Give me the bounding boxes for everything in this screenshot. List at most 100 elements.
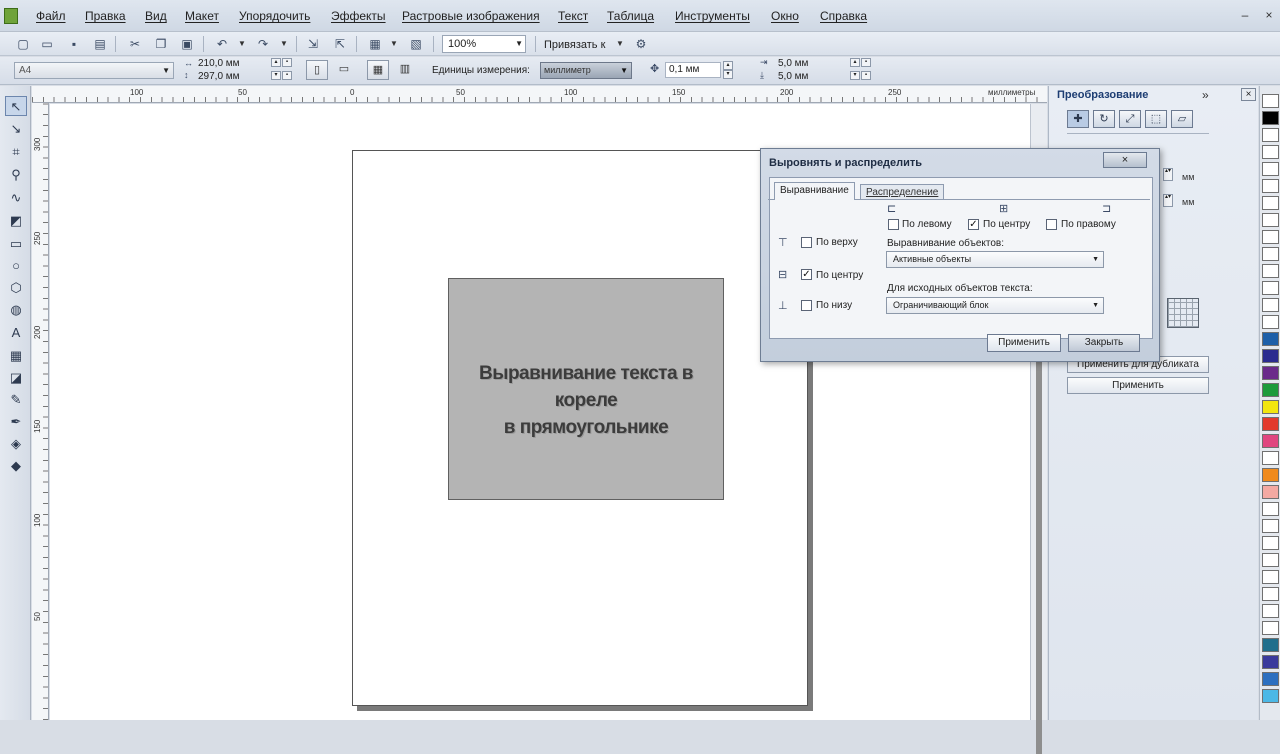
align-left-checkbox[interactable]: [888, 219, 899, 230]
all-pages-button[interactable]: ▦: [367, 60, 389, 80]
close-window-icon[interactable]: ×: [1262, 8, 1276, 22]
new-document-icon[interactable]: ▢: [14, 35, 32, 53]
text-source-select[interactable]: Ограничивающий блок ▼: [886, 297, 1104, 314]
palette-swatch[interactable]: [1262, 315, 1279, 329]
zoom-level-select[interactable]: 100% ▼: [442, 35, 526, 53]
x-spinner[interactable]: ▴▾: [1163, 168, 1173, 181]
palette-swatch[interactable]: [1262, 553, 1279, 567]
menu-file[interactable]: Файл: [36, 9, 66, 23]
options-icon[interactable]: ⚙: [632, 35, 650, 53]
menu-table[interactable]: Таблица: [607, 9, 654, 23]
palette-swatch[interactable]: [1262, 400, 1279, 414]
page-width-field[interactable]: 210,0 мм: [198, 58, 240, 69]
dup-y-spinner[interactable]: ▾: [850, 71, 860, 80]
export-icon[interactable]: ⇱: [331, 35, 349, 53]
palette-swatch[interactable]: [1262, 621, 1279, 635]
palette-swatch[interactable]: [1262, 502, 1279, 516]
palette-swatch[interactable]: [1262, 94, 1279, 108]
palette-swatch[interactable]: [1262, 604, 1279, 618]
palette-swatch[interactable]: [1262, 264, 1279, 278]
align-right-checkbox[interactable]: [1046, 219, 1057, 230]
interactive-fill-tool-icon[interactable]: ◆: [5, 456, 27, 476]
palette-swatch[interactable]: [1262, 689, 1279, 703]
pick-tool-icon[interactable]: ↖: [5, 96, 27, 116]
palette-swatch[interactable]: [1262, 672, 1279, 686]
page-height-field[interactable]: 297,0 мм: [198, 71, 240, 82]
palette-swatch[interactable]: [1262, 162, 1279, 176]
position-transform-icon[interactable]: ✚: [1067, 110, 1089, 128]
palette-swatch[interactable]: [1262, 196, 1279, 210]
tab-alignment[interactable]: Выравнивание: [774, 182, 855, 200]
palette-swatch[interactable]: [1262, 179, 1279, 193]
undo-icon[interactable]: ↶: [213, 35, 231, 53]
menu-window[interactable]: Окно: [771, 9, 799, 23]
paste-icon[interactable]: ▣: [178, 35, 196, 53]
docker-close-icon[interactable]: ×: [1241, 88, 1256, 101]
menu-text[interactable]: Текст: [558, 9, 588, 23]
menu-layout[interactable]: Макет: [185, 9, 219, 23]
palette-swatch[interactable]: [1262, 434, 1279, 448]
palette-swatch[interactable]: [1262, 468, 1279, 482]
palette-swatch[interactable]: [1262, 655, 1279, 669]
size-transform-icon[interactable]: ⬚: [1145, 110, 1167, 128]
dup-y-spinner-2[interactable]: ▪: [861, 71, 871, 80]
dialog-close-action-button[interactable]: Закрыть: [1068, 334, 1140, 352]
landscape-button[interactable]: ▭: [333, 60, 355, 80]
docker-expand-icon[interactable]: »: [1202, 88, 1209, 102]
freehand-tool-icon[interactable]: ∿: [5, 188, 27, 208]
copy-icon[interactable]: ❐: [152, 35, 170, 53]
nudge-up[interactable]: ▴: [723, 61, 733, 70]
fill-tool-icon[interactable]: ◈: [5, 434, 27, 454]
palette-swatch[interactable]: [1262, 281, 1279, 295]
shape-tool-icon[interactable]: ↘: [5, 119, 27, 139]
menu-edit[interactable]: Правка: [85, 9, 126, 23]
outline-tool-icon[interactable]: ✒: [5, 412, 27, 432]
rotate-transform-icon[interactable]: ↻: [1093, 110, 1115, 128]
palette-swatch[interactable]: [1262, 587, 1279, 601]
page-size-select[interactable]: A4 ▼: [14, 62, 174, 79]
align-top-checkbox[interactable]: [801, 237, 812, 248]
vertical-ruler[interactable]: 300 250 200 150 100 50: [32, 103, 49, 720]
snap-dropdown-icon[interactable]: ▼: [615, 36, 625, 52]
palette-swatch[interactable]: [1262, 298, 1279, 312]
redo-icon[interactable]: ↷: [254, 35, 272, 53]
palette-swatch[interactable]: [1262, 570, 1279, 584]
table-tool-icon[interactable]: ▦: [5, 346, 27, 366]
import-icon[interactable]: ⇲: [304, 35, 322, 53]
scale-transform-icon[interactable]: ⤢: [1119, 110, 1141, 128]
apply-button[interactable]: Применить: [1067, 377, 1209, 394]
rectangle-tool-icon[interactable]: ▭: [5, 234, 27, 254]
snap-to-dropdown[interactable]: Привязать к: [544, 39, 605, 51]
menu-bitmaps[interactable]: Растровые изображения: [402, 9, 540, 23]
launcher-dropdown-icon[interactable]: ▼: [389, 36, 399, 52]
height-lock-icon[interactable]: ▪: [282, 71, 292, 80]
polygon-tool-icon[interactable]: ⬡: [5, 278, 27, 298]
palette-swatch[interactable]: [1262, 128, 1279, 142]
palette-swatch[interactable]: [1262, 536, 1279, 550]
tab-distribution[interactable]: Распределение: [860, 184, 945, 200]
duplicate-x-field[interactable]: 5,0 мм: [778, 58, 808, 69]
smart-fill-tool-icon[interactable]: ◩: [5, 211, 27, 231]
portrait-button[interactable]: ▯: [306, 60, 328, 80]
cut-icon[interactable]: ✂: [126, 35, 144, 53]
palette-swatch[interactable]: [1262, 383, 1279, 397]
save-icon[interactable]: ▪: [65, 35, 83, 53]
palette-swatch[interactable]: [1262, 349, 1279, 363]
y-spinner[interactable]: ▴▾: [1163, 194, 1173, 207]
menu-tools[interactable]: Инструменты: [675, 9, 750, 23]
menu-view[interactable]: Вид: [145, 9, 167, 23]
palette-swatch[interactable]: [1262, 366, 1279, 380]
align-objects-select[interactable]: Активные объекты ▼: [886, 251, 1104, 268]
undo-dropdown-icon[interactable]: ▼: [237, 36, 247, 52]
application-launcher-icon[interactable]: ▦: [366, 35, 384, 53]
palette-swatch[interactable]: [1262, 519, 1279, 533]
text-tool-icon[interactable]: A: [5, 323, 27, 343]
current-page-button[interactable]: ▥: [394, 60, 416, 80]
palette-swatch[interactable]: [1262, 213, 1279, 227]
palette-swatch[interactable]: [1262, 451, 1279, 465]
dialog-apply-button[interactable]: Применить: [987, 334, 1061, 352]
align-center-h-checkbox[interactable]: ✓: [968, 219, 979, 230]
ellipse-tool-icon[interactable]: ○: [5, 256, 27, 276]
eyedropper-tool-icon[interactable]: ✎: [5, 390, 27, 410]
palette-swatch[interactable]: [1262, 111, 1279, 125]
